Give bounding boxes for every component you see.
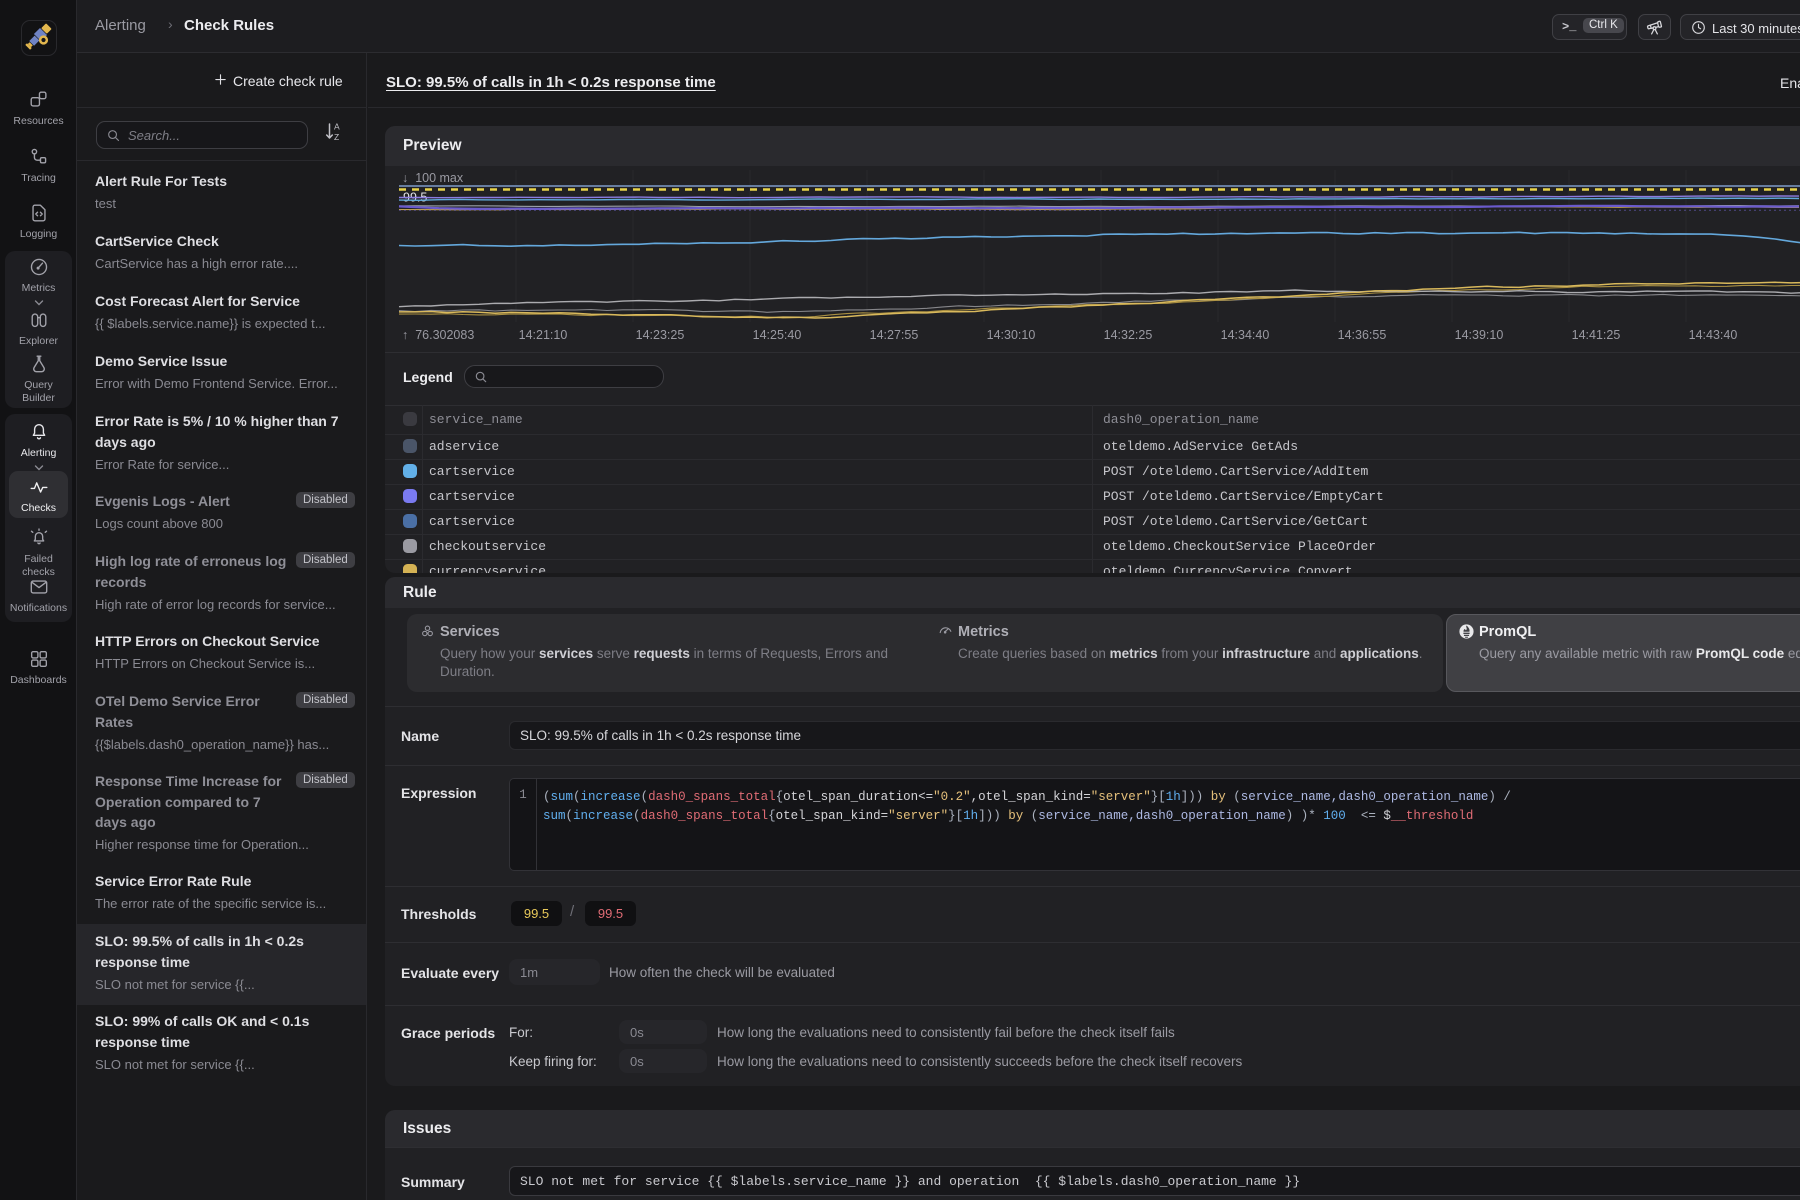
svg-text:A: A [334,122,340,132]
svg-text:Z: Z [334,132,339,142]
